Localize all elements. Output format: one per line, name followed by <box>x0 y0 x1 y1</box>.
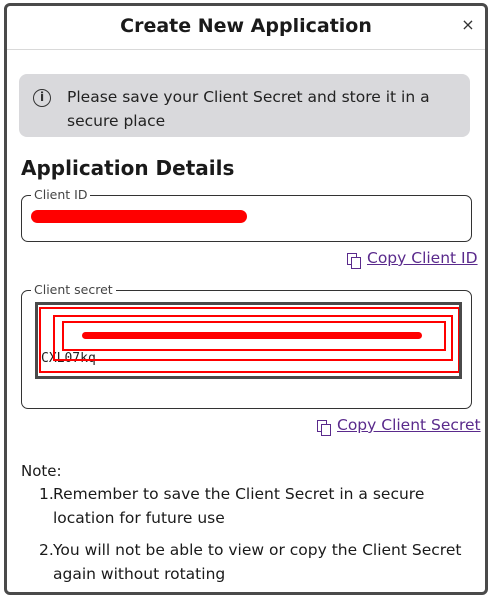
client-secret-field[interactable]: Client secret CXL07kq <box>21 282 472 409</box>
dialog-header: Create New Application × <box>7 6 485 50</box>
copy-icon[interactable] <box>347 253 363 269</box>
list-item-number: 2. <box>39 541 54 559</box>
client-secret-label: Client secret <box>31 282 116 298</box>
list-item-text: Remember to save the Client Secret in a … <box>53 485 425 527</box>
close-icon[interactable]: × <box>459 16 477 34</box>
note-list: 1. Remember to save the Client Secret in… <box>39 482 479 592</box>
copy-client-secret-link[interactable]: Copy Client Secret <box>337 416 481 434</box>
redaction-bar <box>82 332 422 339</box>
copy-client-id-link[interactable]: Copy Client ID <box>367 249 478 267</box>
create-application-dialog: Create New Application × i Please save y… <box>4 3 488 595</box>
note-label: Note: <box>21 462 62 480</box>
list-item-number: 1. <box>39 485 54 503</box>
info-alert: i Please save your Client Secret and sto… <box>19 74 470 137</box>
dialog-title: Create New Application <box>120 15 372 37</box>
client-secret-textarea[interactable]: CXL07kq <box>35 302 462 379</box>
client-id-label: Client ID <box>31 187 91 203</box>
list-item: 2. You will not be able to view or copy … <box>39 538 479 586</box>
alert-message: Please save your Client Secret and store… <box>67 88 430 130</box>
client-id-value-redacted <box>31 210 247 223</box>
info-icon: i <box>33 89 51 107</box>
list-item: 1. Remember to save the Client Secret in… <box>39 482 479 530</box>
client-id-field[interactable]: Client ID <box>21 187 472 242</box>
section-title: Application Details <box>21 156 235 180</box>
list-item-text: You will not be able to view or copy the… <box>53 541 462 583</box>
copy-icon[interactable] <box>317 420 333 436</box>
